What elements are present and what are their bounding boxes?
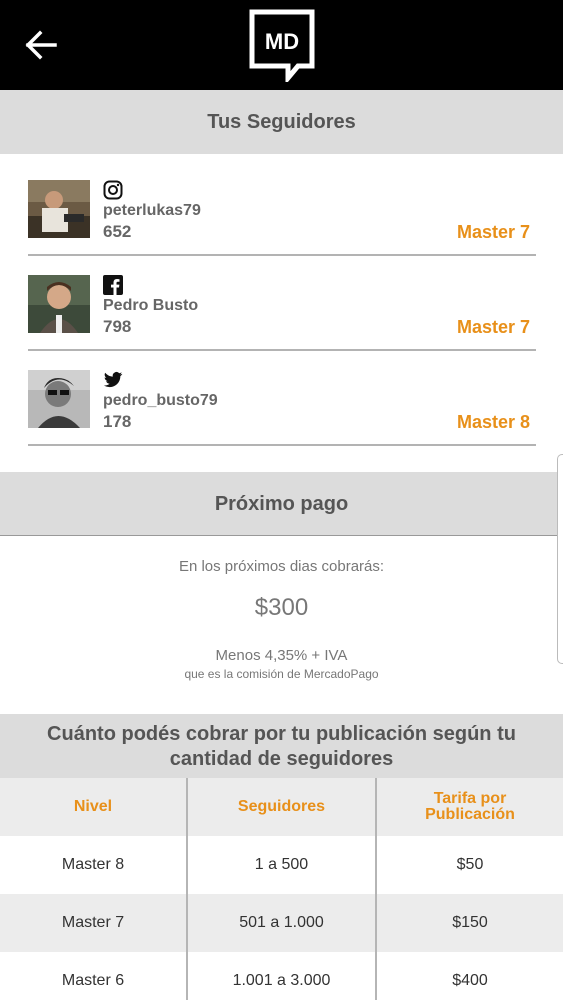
column-header-level: Nivel [73,798,113,815]
follower-level: Master 7 [456,222,530,242]
follower-level: Master 8 [456,412,530,432]
follower-level: Master 7 [456,317,530,337]
table-divider [186,778,188,1000]
follower-count: 652 [103,222,132,241]
row-level: Master 6 [61,972,125,989]
scrollbar-handle[interactable] [557,454,563,664]
rates-table-header: Nivel Seguidores Tarifa por Publicación [0,778,563,836]
follower-name: Pedro Busto [103,297,199,314]
rates-section-title: Cuánto podés cobrar por tu publicación s… [0,714,563,778]
payment-section-title: Próximo pago [0,472,563,536]
follower-count: 798 [103,317,132,336]
md-logo: MD [248,8,316,85]
row-level: Master 7 [61,914,125,931]
rates-title-line1: Cuánto podés cobrar por tu publicación s… [47,723,516,745]
rates-title-line2: cantidad de seguidores [169,748,394,770]
app-top-bar: MD [0,0,563,90]
row-followers: 1 a 500 [254,856,309,873]
row-followers: 501 a 1.000 [239,914,324,931]
row-rate: $150 [452,914,488,931]
table-row: Master 7 501 a 1.000 $150 [0,894,563,952]
avatar [28,370,90,428]
payment-fee: Menos 4,35% + IVA [215,647,348,664]
follower-item-twitter[interactable]: pedro_busto79 178 Master 8 [28,370,536,446]
table-divider [375,778,377,1000]
avatar [28,180,90,238]
facebook-icon [103,275,123,295]
instagram-icon [103,180,123,200]
arrow-left-icon [25,30,57,60]
row-followers: 1.001 a 3.000 [232,972,331,989]
table-row: Master 8 1 a 500 $50 [0,836,563,894]
twitter-icon [103,370,123,390]
payment-fee-note: que es la comisión de MercadoPago [184,667,379,681]
follower-count: 178 [103,412,132,431]
payment-amount: $300 [254,594,309,621]
follower-name: pedro_busto79 [103,392,218,409]
column-header-followers: Seguidores [237,798,326,815]
column-header-rate-line2: Publicación [425,806,515,823]
row-rate: $400 [452,972,488,989]
column-header-rate: Tarifa por Publicación [377,778,563,836]
back-button[interactable] [22,28,62,62]
column-header-rate-line1: Tarifa por [433,790,507,807]
payment-intro: En los próximos dias cobrarás: [178,558,385,575]
followers-section-title: Tus Seguidores [0,90,563,154]
logo-text: MD [265,29,299,54]
follower-name: peterlukas79 [103,202,201,219]
row-level: Master 8 [61,856,125,873]
follower-item-instagram[interactable]: peterlukas79 652 Master 7 [28,180,536,256]
avatar [28,275,90,333]
table-row: Master 6 1.001 a 3.000 $400 [0,952,563,1000]
row-rate: $50 [456,856,484,873]
follower-item-facebook[interactable]: Pedro Busto 798 Master 7 [28,275,536,351]
